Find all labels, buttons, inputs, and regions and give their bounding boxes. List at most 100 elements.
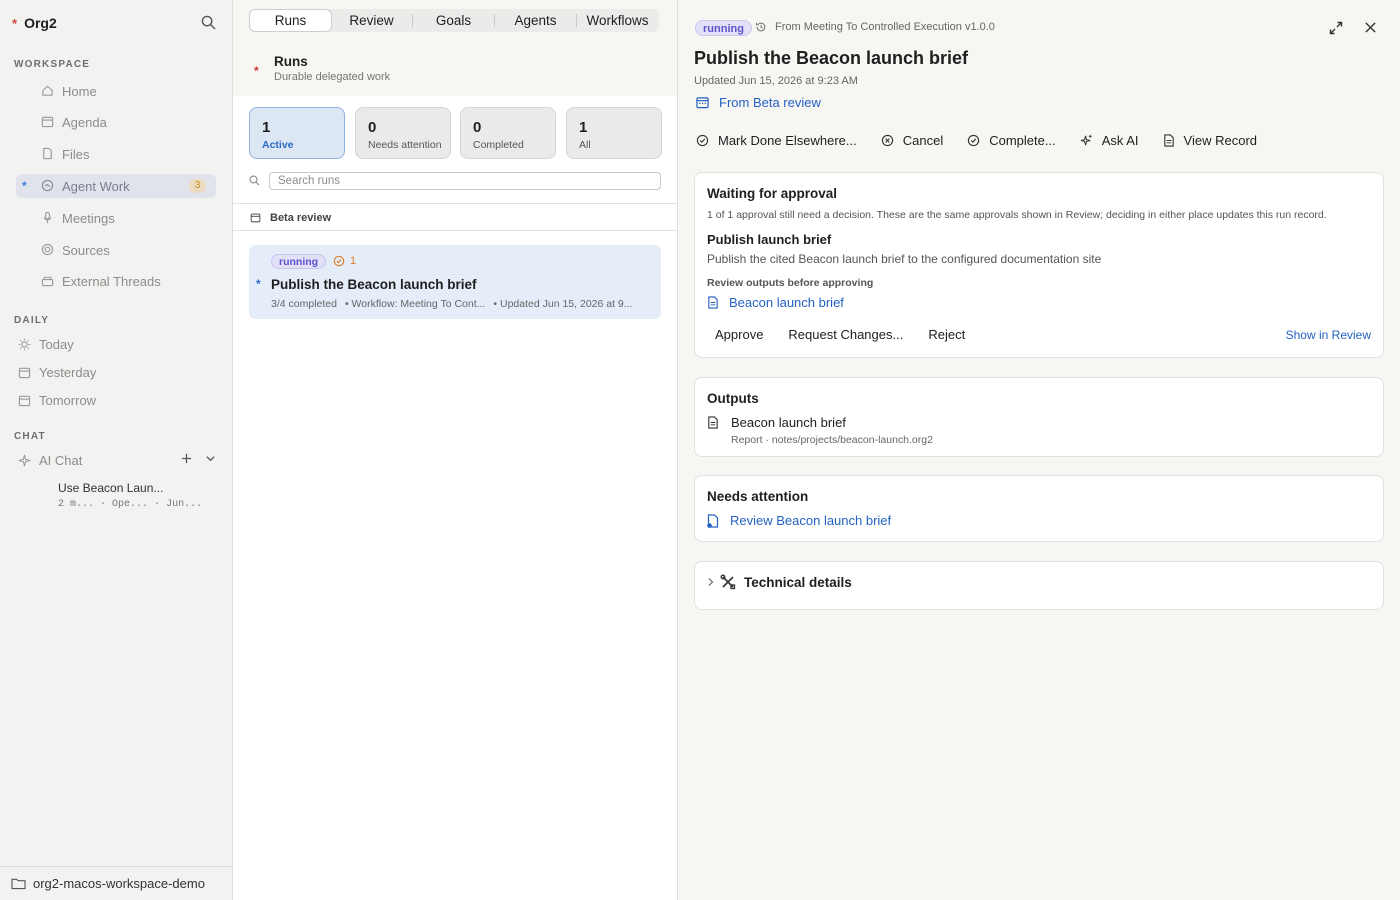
cancel-button[interactable]: Cancel — [881, 133, 943, 148]
workspace-selector[interactable]: org2-macos-workspace-demo — [0, 866, 232, 900]
attention-indicator: 1 — [333, 255, 356, 267]
sources-icon — [41, 243, 54, 256]
count-badge: 3 — [189, 179, 206, 193]
thread-meta-part: Ope... — [112, 499, 149, 510]
output-link-label: Beacon launch brief — [729, 295, 844, 310]
show-in-review-link[interactable]: Show in Review — [1286, 328, 1371, 342]
close-icon[interactable] — [1364, 21, 1377, 34]
search-icon[interactable] — [201, 15, 216, 30]
ai-chat-label: AI Chat — [39, 452, 83, 468]
tab-workflows[interactable]: Workflows — [577, 10, 658, 31]
daily-item-today[interactable]: Today — [18, 334, 74, 354]
check-circle-icon — [696, 134, 709, 147]
view-record-button[interactable]: View Record — [1163, 133, 1257, 148]
output-meta: Report · notes/projects/beacon-launch.or… — [731, 434, 933, 446]
needs-attention-card: Needs attention Review Beacon launch bri… — [694, 475, 1384, 542]
reject-button[interactable]: Reject — [920, 327, 973, 342]
review-outputs-label: Review outputs before approving — [707, 277, 874, 289]
chat-section-label: CHAT — [14, 431, 46, 442]
folder-icon — [11, 877, 26, 890]
technical-details-card[interactable]: Technical details — [694, 561, 1384, 610]
sidebar-item-label: External Threads — [62, 274, 161, 289]
tools-icon — [720, 574, 736, 590]
workflow-version-label: From Meeting To Controlled Execution v1.… — [775, 21, 995, 33]
review-link[interactable]: Review Beacon launch brief — [707, 513, 891, 528]
tab-goals[interactable]: Goals — [413, 10, 494, 31]
stat-card-completed[interactable]: 0 Completed — [460, 107, 556, 159]
search-input[interactable] — [269, 172, 661, 190]
stat-card-needs-attention[interactable]: 0 Needs attention — [355, 107, 451, 159]
sparkle-icon — [1080, 134, 1093, 147]
add-chat-icon[interactable] — [181, 453, 192, 464]
tab-review[interactable]: Review — [331, 10, 412, 31]
sidebar-item-agent-work[interactable]: * Agent Work 3 — [16, 174, 216, 198]
action-label: View Record — [1183, 133, 1258, 148]
workflow-version: From Meeting To Controlled Execution v1.… — [755, 21, 995, 33]
request-changes-button[interactable]: Request Changes... — [780, 327, 911, 342]
approval-item-title: Publish launch brief — [707, 232, 832, 247]
stat-card-all[interactable]: 1 All — [566, 107, 662, 159]
calendar-icon — [696, 96, 709, 109]
sidebar-item-external-threads[interactable]: External Threads — [16, 269, 216, 293]
thread-meta-part: · — [100, 499, 107, 510]
sidebar-item-agenda[interactable]: Agenda — [16, 110, 216, 134]
chat-thread-meta: 2 m... · Ope... · Jun... — [58, 499, 202, 510]
sidebar-item-meetings[interactable]: Meetings — [16, 206, 216, 230]
mark-done-elsewhere-button[interactable]: Mark Done Elsewhere... — [696, 133, 857, 148]
document-icon — [707, 296, 719, 309]
group-header: Beta review — [233, 203, 677, 231]
complete-button[interactable]: Complete... — [967, 133, 1056, 148]
stat-card-active[interactable]: 1 Active — [249, 107, 345, 159]
threads-icon — [41, 274, 54, 287]
technical-details-toggle[interactable]: Technical details — [707, 574, 852, 590]
sidebar-item-label: Sources — [62, 243, 110, 258]
run-workflow: • Workflow: Meeting To Cont... — [344, 298, 486, 310]
daily-item-yesterday[interactable]: Yesterday — [18, 362, 96, 382]
org-name: Org2 — [24, 15, 57, 31]
outputs-card-title: Outputs — [707, 391, 759, 406]
sidebar-item-home[interactable]: Home — [16, 79, 216, 103]
thread-meta-part: Jun... — [166, 499, 203, 510]
attention-check-icon — [333, 255, 345, 267]
ai-chat-row[interactable]: AI Chat — [18, 451, 218, 469]
outputs-card: Outputs Beacon launch brief Report · not… — [694, 377, 1384, 457]
group-header-label: Beta review — [270, 212, 332, 224]
runs-star-icon: * — [254, 64, 259, 78]
chevron-down-icon[interactable] — [205, 453, 216, 464]
sidebar-item-sources[interactable]: Sources — [16, 238, 216, 262]
approval-note: 1 of 1 approval still need a decision. T… — [707, 209, 1327, 221]
expand-icon[interactable] — [1329, 21, 1343, 35]
chat-thread-item[interactable]: Use Beacon Laun... — [58, 481, 163, 495]
attention-count: 1 — [350, 255, 357, 267]
tab-bar: Runs Review Goals Agents Workflows — [249, 9, 659, 32]
run-list-item[interactable]: * running 1 Publish the Beacon launch br… — [249, 245, 661, 319]
active-star-icon: * — [22, 179, 27, 193]
stat-count: 1 — [262, 119, 271, 136]
x-circle-icon — [881, 134, 894, 147]
stat-count: 0 — [368, 119, 377, 136]
ask-ai-button[interactable]: Ask AI — [1080, 133, 1139, 148]
sidebar-item-files[interactable]: Files — [16, 142, 216, 166]
action-label: Mark Done Elsewhere... — [718, 133, 857, 148]
output-link[interactable]: Beacon launch brief — [707, 295, 844, 310]
org-switcher[interactable]: * Org2 — [12, 14, 220, 32]
page-subtitle: Durable delegated work — [274, 71, 391, 83]
org-logo-icon: * — [12, 15, 18, 31]
tab-agents[interactable]: Agents — [495, 10, 576, 31]
status-badge: running — [695, 20, 752, 36]
selected-star-icon: * — [256, 277, 261, 291]
approval-buttons: Approve Request Changes... Reject — [707, 327, 982, 342]
tab-runs[interactable]: Runs — [250, 10, 331, 31]
search-bar — [249, 171, 661, 191]
approve-button[interactable]: Approve — [707, 327, 771, 342]
workspace-section-label: WORKSPACE — [14, 59, 91, 70]
check-circle-icon — [967, 134, 980, 147]
sun-icon — [18, 338, 31, 351]
stat-count: 0 — [473, 119, 482, 136]
source-link[interactable]: From Beta review — [696, 95, 821, 110]
run-title: Publish the Beacon launch brief — [271, 277, 477, 292]
sparkle-icon — [18, 454, 31, 467]
daily-section-label: DAILY — [14, 315, 50, 326]
calendar-icon — [250, 212, 261, 223]
daily-item-tomorrow[interactable]: Tomorrow — [18, 390, 96, 410]
